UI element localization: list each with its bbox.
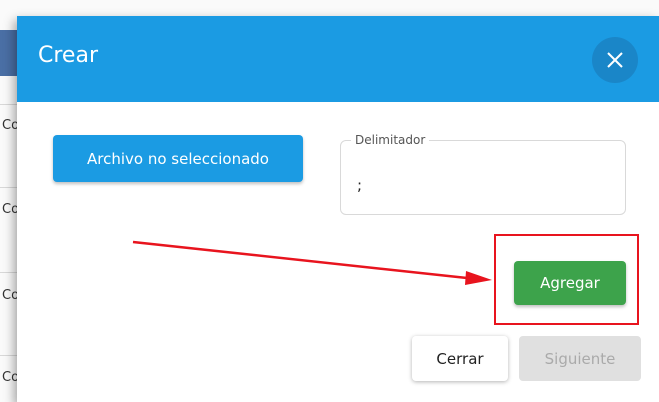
add-button[interactable]: Agregar [514, 261, 626, 305]
cancel-button[interactable]: Cerrar [412, 336, 508, 381]
next-button[interactable]: Siguiente [519, 336, 641, 381]
create-dialog: Crear Archivo no seleccionado Delimitado… [17, 16, 659, 402]
